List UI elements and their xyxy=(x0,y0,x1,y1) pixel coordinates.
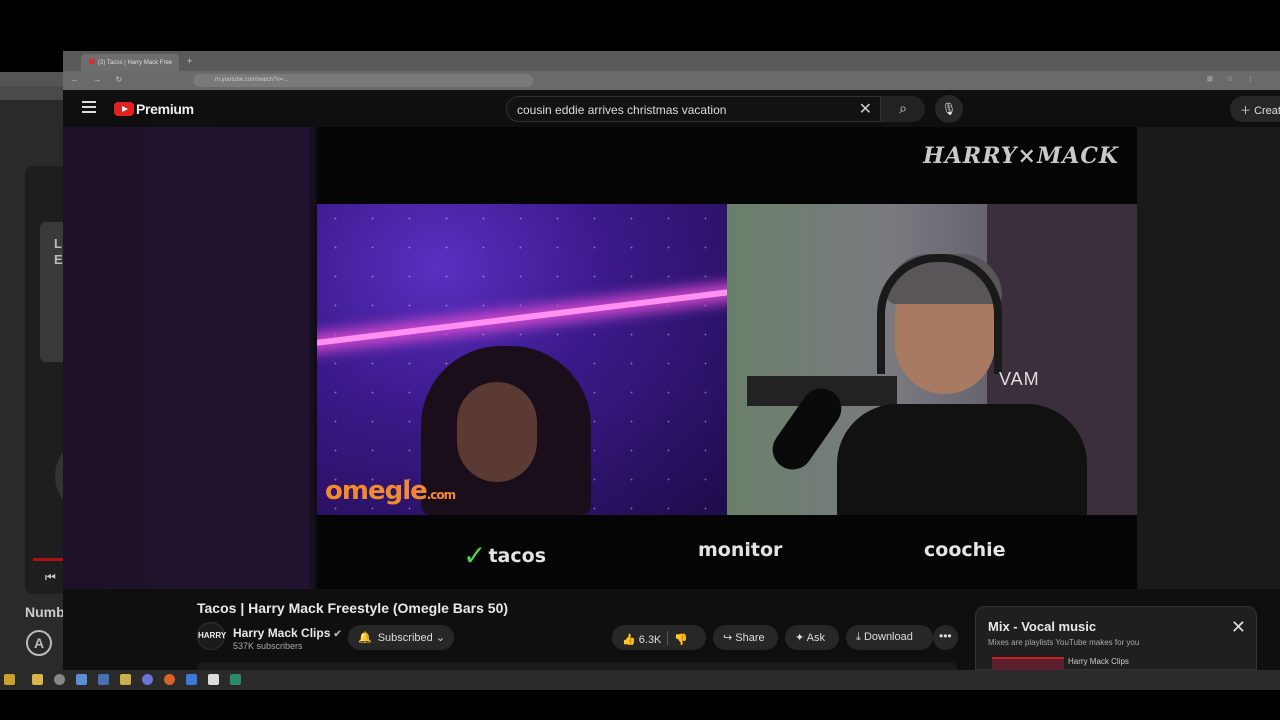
youtube-play-icon xyxy=(114,102,134,116)
subscribed-button[interactable]: 🔔 Subscribed ⌄ xyxy=(348,625,454,650)
more-actions-button[interactable]: ••• xyxy=(933,625,958,650)
toolbar-icons[interactable]: ⊞ ☆ ⋮ xyxy=(1207,75,1260,83)
channel-name-row[interactable]: Harry Mack Clips ✔ xyxy=(233,626,342,640)
check-app-icon[interactable] xyxy=(76,674,87,685)
mix-item-channel: Harry Mack Clips xyxy=(1068,657,1129,666)
mix-title[interactable]: Mix - Vocal music xyxy=(988,619,1096,634)
taskbar xyxy=(0,670,1280,690)
create-button[interactable]: ＋ Creat xyxy=(1230,96,1280,122)
left-webcam: omegle.com xyxy=(317,204,727,515)
settings-icon[interactable] xyxy=(54,674,65,685)
voice-search-button[interactable]: 🎙 xyxy=(935,95,963,123)
youtube-header: Premium cousin eddie arrives christmas v… xyxy=(63,90,1280,127)
checkmark-icon: ✓ xyxy=(463,539,487,572)
search-icon: ⌕ xyxy=(899,100,907,116)
background-title: Numb xyxy=(25,604,65,620)
firefox-icon[interactable] xyxy=(164,674,175,685)
more-icon: ••• xyxy=(939,629,952,643)
mix-playlist-panel: Mix - Vocal music Mixes are playlists Yo… xyxy=(975,606,1257,671)
hamburger-menu-icon[interactable] xyxy=(82,101,96,113)
previous-icon[interactable]: ⏮ xyxy=(45,570,56,585)
background-tabbar xyxy=(0,72,70,86)
like-count: 6.3K xyxy=(638,634,662,646)
nav-buttons[interactable]: ← → ↻ xyxy=(71,75,128,84)
share-label: Share xyxy=(735,632,765,644)
chair-logo: VAM xyxy=(999,369,1040,389)
word-bar: ✓ tacos monitor coochie xyxy=(317,515,1137,589)
ask-button[interactable]: ✦ Ask xyxy=(785,625,839,650)
folder-icon[interactable] xyxy=(120,674,131,685)
video-title: Tacos | Harry Mack Freestyle (Omegle Bar… xyxy=(197,600,509,616)
notepad-icon[interactable] xyxy=(208,674,219,685)
ask-label: Ask xyxy=(806,632,826,644)
like-icon[interactable]: 👍 xyxy=(622,634,636,646)
man-torso xyxy=(837,404,1087,515)
dislike-icon[interactable]: 👎 xyxy=(674,634,688,646)
document-icon[interactable] xyxy=(98,674,109,685)
mix-subtitle: Mixes are playlists YouTube makes for yo… xyxy=(988,638,1140,647)
search-button[interactable]: ⌕ xyxy=(881,96,925,122)
tab-strip: (2) Tacos | Harry Mack Free + xyxy=(63,51,1280,71)
browser-tab[interactable]: (2) Tacos | Harry Mack Free xyxy=(81,54,179,71)
search-input[interactable]: cousin eddie arrives christmas vacation … xyxy=(506,96,881,122)
discord-icon[interactable] xyxy=(142,674,153,685)
bell-icon: 🔔 xyxy=(358,632,372,644)
search-query: cousin eddie arrives christmas vacation xyxy=(517,103,727,117)
video-player[interactable]: HARRY×MACK omegle.com VAM ✓ tacos monito… xyxy=(317,127,1137,589)
headphones xyxy=(877,254,1002,374)
clear-search-icon[interactable]: ✕ xyxy=(859,99,872,119)
like-dislike-group[interactable]: 👍 6.3K 👎 xyxy=(612,625,706,650)
browser-tab-title: (2) Tacos | Harry Mack Free xyxy=(98,60,173,66)
word-3: coochie xyxy=(924,539,1006,561)
word-1: ✓ tacos xyxy=(463,539,546,572)
start-icon[interactable] xyxy=(4,674,15,685)
youtube-favicon-icon xyxy=(89,59,95,64)
microphone-icon: 🎙 xyxy=(941,102,957,116)
shield-icon[interactable] xyxy=(186,674,197,685)
word-2: monitor xyxy=(698,539,783,561)
new-tab-icon[interactable]: + xyxy=(187,56,192,66)
chevron-down-icon: ⌄ xyxy=(435,632,446,644)
subscribed-label: Subscribed xyxy=(377,632,433,644)
logo-text: Premium xyxy=(136,101,194,117)
terminal-icon[interactable] xyxy=(230,674,241,685)
files-icon[interactable] xyxy=(32,674,43,685)
sparkle-icon: ✦ xyxy=(795,632,805,644)
youtube-premium-logo[interactable]: Premium xyxy=(114,101,194,117)
subscriber-count: 537K subscribers xyxy=(233,641,303,651)
download-label: Download xyxy=(863,631,913,643)
description-box-edge xyxy=(197,662,957,670)
background-card-letters: L E xyxy=(54,236,63,267)
harry-mack-watermark: HARRY×MACK xyxy=(923,143,1119,169)
background-address-bar xyxy=(0,86,70,100)
address-toolbar: ← → ↻ m.youtube.com/watch?v=... ⊞ ☆ ⋮ xyxy=(63,71,1280,90)
omegle-logo-suffix: .com xyxy=(426,488,456,502)
channel-avatar[interactable]: HARRY xyxy=(197,622,226,650)
channel-name[interactable]: Harry Mack Clips xyxy=(233,626,330,640)
mix-item-thumbnail[interactable] xyxy=(992,657,1064,671)
player-side-panel xyxy=(1137,127,1280,589)
share-icon: ↪ xyxy=(723,632,733,644)
like-divider xyxy=(667,631,669,645)
verified-icon: ✔ xyxy=(333,629,342,640)
omegle-logo-text: omegle xyxy=(325,476,428,506)
screen: L E ⏮ Numb A (2) Tacos | Harry Mack Free… xyxy=(0,0,1280,720)
browser-window: (2) Tacos | Harry Mack Free + ← → ↻ m.yo… xyxy=(63,51,1280,671)
background-channel-logo: A xyxy=(26,630,52,656)
right-webcam: VAM xyxy=(727,204,1137,515)
omegle-logo: omegle.com xyxy=(325,476,456,506)
close-icon[interactable]: ✕ xyxy=(1231,617,1246,638)
word-1-text: tacos xyxy=(488,545,546,567)
create-label: Creat xyxy=(1254,105,1280,117)
download-button[interactable]: ⤓ Download xyxy=(846,625,933,650)
woman-face xyxy=(457,382,537,482)
download-icon: ⤓ xyxy=(856,631,861,643)
url-bar[interactable]: m.youtube.com/watch?v=... xyxy=(193,74,533,87)
plus-icon: ＋ xyxy=(1240,105,1251,117)
share-button[interactable]: ↪ Share xyxy=(713,625,778,650)
